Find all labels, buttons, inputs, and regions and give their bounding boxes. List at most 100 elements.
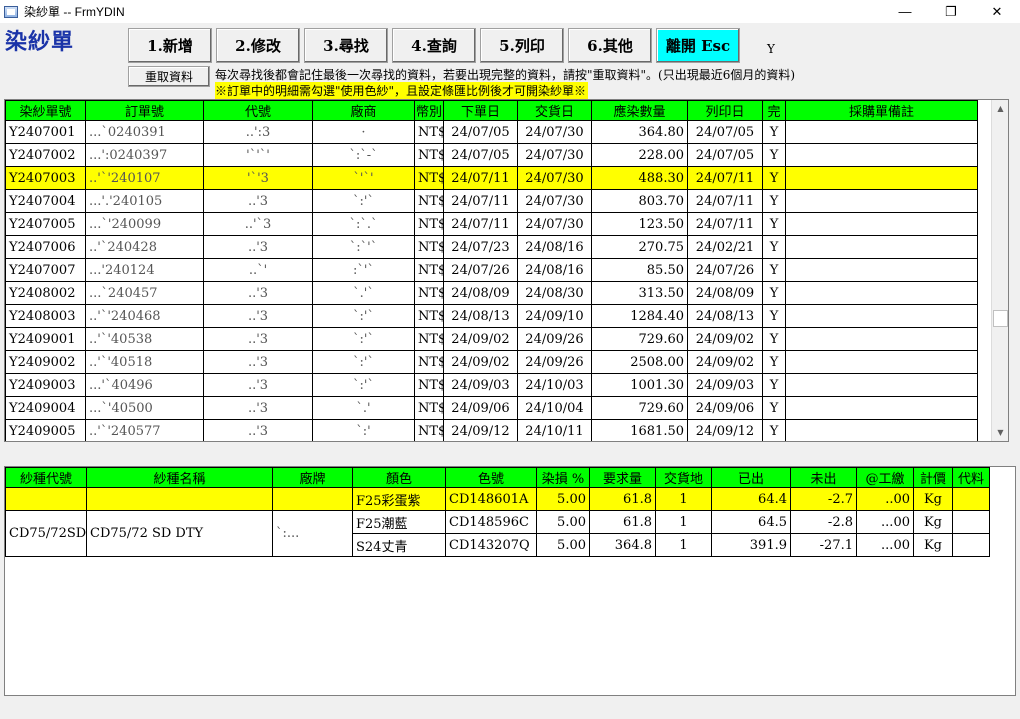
table-row[interactable]: Y2407004 ...'.'240105 ..'3 `:'` NT$ 24/07/11 2…: [5, 189, 978, 213]
table-cell[interactable]: Y: [762, 419, 786, 441]
table-cell[interactable]: 61.8: [589, 487, 656, 511]
orders-col-header[interactable]: 完: [762, 100, 786, 121]
table-cell[interactable]: Y2408002: [5, 281, 86, 305]
table-cell[interactable]: 364.8: [589, 533, 656, 557]
table-cell[interactable]: 228.00: [591, 143, 688, 167]
table-cell[interactable]: 24/07/05: [443, 120, 518, 144]
table-cell[interactable]: Y: [762, 212, 786, 236]
yarn-code-cell[interactable]: [5, 487, 87, 511]
table-cell[interactable]: NT$: [414, 212, 444, 236]
table-cell[interactable]: 24/08/13: [443, 304, 518, 328]
table-cell[interactable]: Y2409003: [5, 373, 86, 397]
table-cell[interactable]: `:'`: [312, 350, 415, 374]
table-cell[interactable]: -2.7: [790, 487, 857, 511]
table-cell[interactable]: 24/07/11: [687, 166, 763, 190]
table-cell[interactable]: CD148596C: [445, 510, 537, 534]
table-cell[interactable]: Y2407003: [5, 166, 86, 190]
table-row[interactable]: Y2407001 ...`0240391 ..':3 · NT$ 24/07/05 24/0…: [5, 120, 978, 144]
table-cell[interactable]: ...`240457: [85, 281, 204, 305]
table-cell[interactable]: ...'.'240105: [85, 189, 204, 213]
table-cell[interactable]: [785, 120, 978, 144]
table-cell[interactable]: 24/08/16: [517, 258, 592, 282]
table-cell[interactable]: Y: [762, 120, 786, 144]
table-cell[interactable]: 24/07/05: [687, 143, 763, 167]
orders-col-header[interactable]: 採購單備註: [785, 100, 978, 121]
other-button[interactable]: 6.其他: [568, 28, 652, 63]
table-cell[interactable]: 1001.30: [591, 373, 688, 397]
table-row[interactable]: Y2408003 ..'`'240468 ..'3 `:'` NT$ 24/08/13 24…: [5, 304, 978, 328]
table-cell[interactable]: F25彩蛋紫: [352, 487, 446, 511]
table-cell[interactable]: -2.8: [790, 510, 857, 534]
orders-col-header[interactable]: 訂單號: [85, 100, 204, 121]
table-cell[interactable]: 24/09/26: [517, 327, 592, 351]
table-cell[interactable]: ...`'240099: [85, 212, 204, 236]
table-cell[interactable]: Kg: [913, 533, 953, 557]
find-button[interactable]: 3.尋找: [304, 28, 388, 63]
orders-col-header[interactable]: 交貨日: [517, 100, 592, 121]
details-col-header[interactable]: 紗種代號: [5, 467, 87, 488]
table-cell[interactable]: NT$: [414, 304, 444, 328]
table-cell[interactable]: 123.50: [591, 212, 688, 236]
table-cell[interactable]: ..'3: [203, 304, 313, 328]
table-cell[interactable]: 729.60: [591, 396, 688, 420]
table-cell[interactable]: 24/07/30: [517, 166, 592, 190]
table-cell[interactable]: [952, 487, 990, 511]
table-cell[interactable]: NT$: [414, 166, 444, 190]
table-cell[interactable]: Y2408003: [5, 304, 86, 328]
table-cell[interactable]: ..'3: [203, 373, 313, 397]
table-cell[interactable]: 24/07/30: [517, 120, 592, 144]
table-cell[interactable]: NT$: [414, 396, 444, 420]
table-cell[interactable]: 24/09/03: [687, 373, 763, 397]
orders-scrollbar[interactable]: ▲ ▼: [991, 100, 1008, 441]
table-cell[interactable]: ..00: [856, 487, 914, 511]
table-cell[interactable]: 24/09/03: [443, 373, 518, 397]
table-cell[interactable]: 24/07/23: [443, 235, 518, 259]
table-cell[interactable]: -27.1: [790, 533, 857, 557]
table-cell[interactable]: CD143207Q: [445, 533, 537, 557]
table-cell[interactable]: 24/10/11: [517, 419, 592, 441]
orders-col-header[interactable]: 代號: [203, 100, 313, 121]
table-row[interactable]: Y2407002 ...':0240397 '`'`' `:`-` NT$ 24/07/0…: [5, 143, 978, 167]
table-cell[interactable]: Y2407007: [5, 258, 86, 282]
table-row[interactable]: Y2407003 ..'`'240107 '`'3 `'`' NT$ 24/07/11 24…: [5, 166, 978, 190]
table-cell[interactable]: Y: [762, 235, 786, 259]
table-cell[interactable]: 1: [655, 487, 712, 511]
table-cell[interactable]: 24/09/06: [443, 396, 518, 420]
table-cell[interactable]: 24/10/04: [517, 396, 592, 420]
edit-button[interactable]: 2.修改: [216, 28, 300, 63]
table-cell[interactable]: NT$: [414, 258, 444, 282]
yarn-name-cell[interactable]: CD75/72 SD DTY: [86, 510, 273, 557]
table-cell[interactable]: 24/09/02: [687, 350, 763, 374]
table-cell[interactable]: `:`-`: [312, 143, 415, 167]
details-col-header[interactable]: 紗種名稱: [86, 467, 273, 488]
table-cell[interactable]: NT$: [414, 350, 444, 374]
table-cell[interactable]: Y: [762, 166, 786, 190]
orders-col-header[interactable]: 下單日: [443, 100, 518, 121]
table-cell[interactable]: [785, 396, 978, 420]
table-cell[interactable]: Kg: [913, 510, 953, 534]
table-cell[interactable]: '`'`': [203, 143, 313, 167]
details-grid[interactable]: 紗種代號 紗種名稱 廠牌 顏色 色號 染損 % 要求量 交貨地 已出 未出 @工繳 計價 代料 F25彩…: [4, 466, 1016, 696]
table-cell[interactable]: Y: [762, 396, 786, 420]
table-cell[interactable]: `:'`: [312, 373, 415, 397]
table-cell[interactable]: Y2409002: [5, 350, 86, 374]
table-cell[interactable]: 24/07/11: [443, 212, 518, 236]
table-cell[interactable]: Y: [762, 281, 786, 305]
table-cell[interactable]: ..'`'240468: [85, 304, 204, 328]
minimize-button[interactable]: —: [882, 0, 928, 23]
table-cell[interactable]: :`'`: [312, 258, 415, 282]
orders-col-header[interactable]: 幣別: [414, 100, 444, 121]
table-cell[interactable]: [785, 281, 978, 305]
table-cell[interactable]: ..'`'240107: [85, 166, 204, 190]
table-row[interactable]: F25彩蛋紫 CD148601A 5.00 61.8 1 64.4 -2.7 ..00 Kg: [5, 487, 990, 511]
table-cell[interactable]: ...`'40500: [85, 396, 204, 420]
table-cell[interactable]: NT$: [414, 419, 444, 441]
details-col-header[interactable]: 廠牌: [272, 467, 353, 488]
table-cell[interactable]: 24/02/21: [687, 235, 763, 259]
details-col-header[interactable]: 已出: [711, 467, 791, 488]
table-cell[interactable]: 24/09/06: [687, 396, 763, 420]
details-col-header[interactable]: 計價: [913, 467, 953, 488]
table-cell[interactable]: 24/09/10: [517, 304, 592, 328]
table-cell[interactable]: 1284.40: [591, 304, 688, 328]
table-cell[interactable]: NT$: [414, 143, 444, 167]
